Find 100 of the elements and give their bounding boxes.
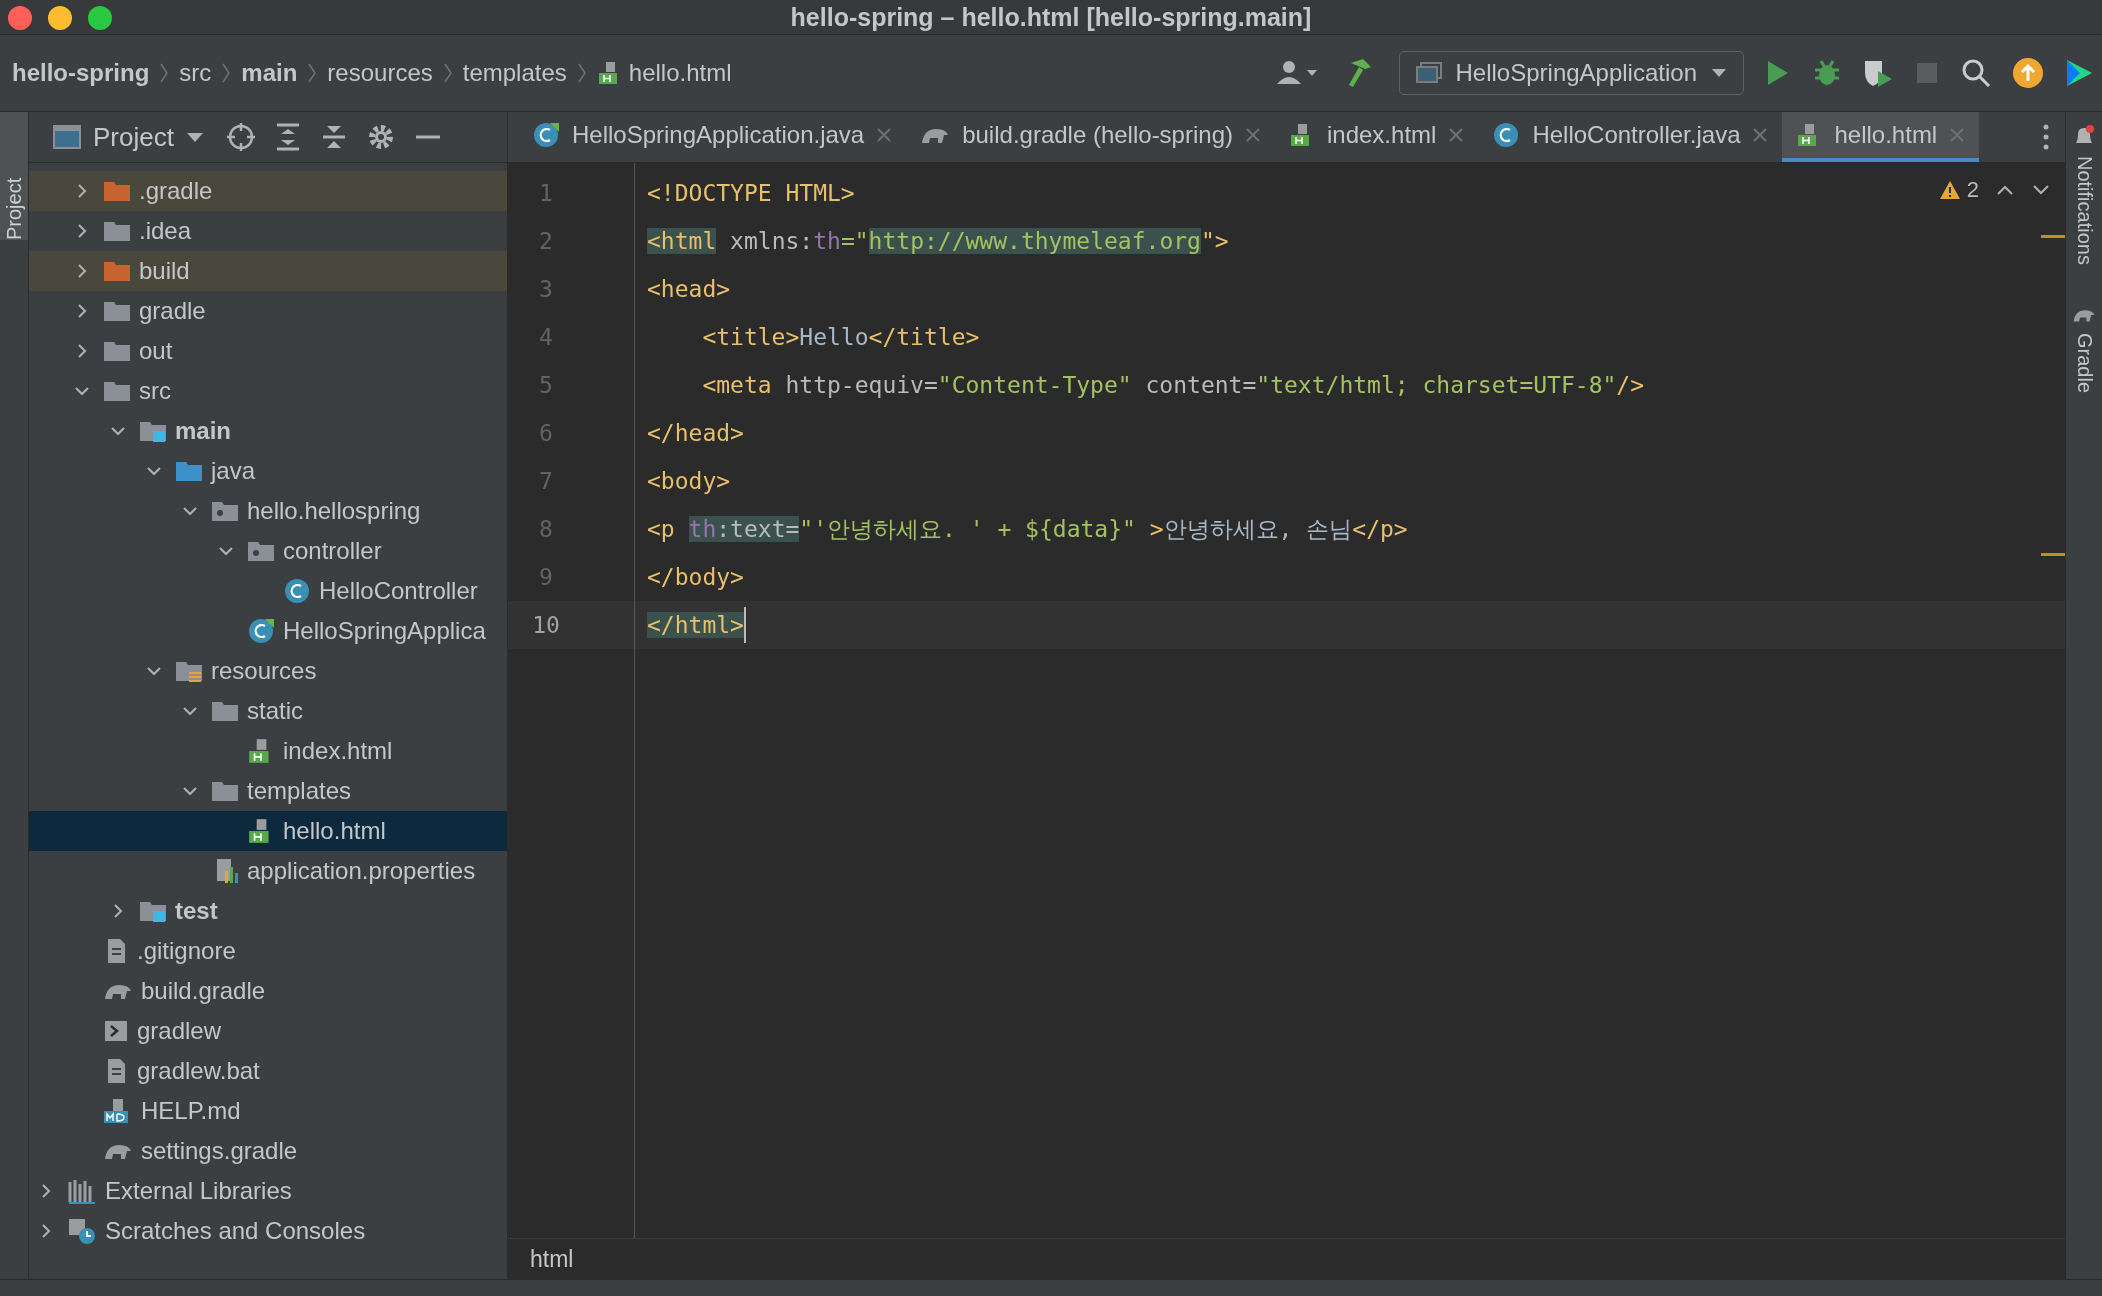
warning-marker[interactable] [2041,553,2065,556]
breadcrumb[interactable]: resources [327,59,433,87]
window-icon [53,125,81,149]
zoom-icon[interactable] [88,6,112,30]
code-line: <head> [647,276,731,302]
folder-icon [103,379,131,403]
target-icon[interactable] [225,122,256,152]
tree-item[interactable]: gradlew.bat [29,1051,507,1091]
tree-item[interactable]: resources [29,651,507,691]
library-icon [67,1178,97,1204]
tree-item[interactable]: gradle [29,291,507,331]
class-icon [532,121,560,149]
tree-item[interactable]: java [29,451,507,491]
tree-item[interactable]: settings.gradle [29,1131,507,1171]
folder-icon [103,219,131,243]
folder-icon [139,419,167,443]
code-line: </body> [647,564,744,590]
tree-item[interactable]: static [29,691,507,731]
editor-tab[interactable]: HelloSpringApplication.java [518,112,907,162]
code-line: </head> [647,420,744,446]
code-line: <!DOCTYPE HTML> [647,180,855,206]
terminal-icon [103,1018,129,1044]
breadcrumb[interactable]: html [530,1245,574,1273]
breadcrumb[interactable]: templates [462,59,567,87]
line-number: 8 [538,515,554,544]
chevron-icon [307,62,318,84]
class-icon [1492,121,1521,149]
caret-icon [185,131,204,143]
tree-item[interactable]: HelloController [29,571,507,611]
shield-run-icon[interactable] [1862,58,1894,88]
bug-icon[interactable] [1812,58,1842,88]
folder-icon [211,779,239,803]
warning-count[interactable]: 2 [1938,177,1979,203]
run-configuration-dropdown[interactable]: HelloSpringApplication [1398,51,1744,95]
tree-item[interactable]: HelloSpringApplica [29,611,507,651]
search-icon[interactable] [1960,57,1992,89]
tree-item[interactable]: build.gradle [29,971,507,1011]
project-tool-tab[interactable]: Project [0,112,28,240]
line-number: 3 [538,275,554,304]
breadcrumb[interactable]: hello-spring [12,59,150,87]
folder-icon [211,699,239,723]
tool-window-tab[interactable]: Gradle [2072,304,2096,393]
text-cursor [743,607,746,643]
tree-item[interactable]: .idea [29,211,507,251]
breadcrumb[interactable]: hello.html [596,59,732,87]
tree-item[interactable]: application.properties [29,851,507,891]
tree-item[interactable]: test [29,891,507,931]
folder-icon [211,499,239,523]
code-line: <html xmlns:th="http://www.thymeleaf.org"> [647,228,1229,254]
warning-marker[interactable] [2041,235,2065,238]
line-number: 4 [538,323,554,352]
minimize-icon[interactable] [48,6,72,30]
folder-icon [103,299,131,323]
tree-item[interactable]: out [29,331,507,371]
tree-item[interactable]: .gitignore [29,931,507,971]
update-icon[interactable] [2012,57,2044,89]
code-line: <body> [647,468,731,494]
editor-tab[interactable]: build.gradle (hello-spring) [906,112,1275,162]
tree-item[interactable]: gradlew [29,1011,507,1051]
line-number: 10 [508,601,634,649]
tree-item[interactable]: External Libraries [29,1171,507,1211]
tree-item[interactable]: .gradle [29,171,507,211]
tree-item[interactable]: controller [29,531,507,571]
tree-item[interactable]: hello.hellospring [29,491,507,531]
tree-item[interactable]: HELP.md [29,1091,507,1131]
window-title: hello-spring – hello.html [hello-spring.main] [790,2,1312,32]
caret-icon [1711,68,1727,78]
chevron-up-icon[interactable] [1995,183,2015,197]
line-number: 1 [538,179,554,208]
tree-item[interactable]: build [29,251,507,291]
breadcrumb[interactable]: src [179,59,212,87]
chevron-icon [221,62,232,84]
tool-window-tab[interactable]: Notifications [2072,124,2096,265]
tree-item[interactable]: Scratches and Consoles [29,1211,507,1251]
line-number: 7 [538,467,554,496]
tree-item[interactable]: hello.html [29,811,507,851]
code-line: <p th:text="'안녕하세요. ' + ${data}" >안녕하세요, 손님</p> [647,514,1408,544]
code-line: <title>Hello</title> [701,324,980,350]
project-view-dropdown[interactable]: Project [53,121,204,153]
tree-item[interactable]: src [29,371,507,411]
chevron-icon [159,62,170,84]
plugin-logo-icon[interactable] [2064,58,2094,88]
tree-item[interactable]: index.html [29,731,507,771]
more-icon[interactable] [2041,122,2051,152]
folder-icon [139,899,167,923]
window-icon [1415,62,1442,84]
warning-icon [1938,180,1961,200]
editor-tab[interactable]: index.html [1275,112,1479,162]
editor-tab[interactable]: hello.html [1782,112,1980,162]
folder-icon [175,659,203,683]
chevron-down-icon[interactable] [2031,183,2051,197]
editor-tab[interactable]: HelloController.java [1478,112,1783,162]
clock-file-icon [67,1217,97,1245]
folder-icon [103,179,131,203]
folder-icon [103,259,131,283]
tree-item[interactable]: main [29,411,507,451]
close-icon[interactable] [8,6,32,30]
breadcrumb[interactable]: main [241,59,298,87]
tree-item[interactable]: templates [29,771,507,811]
line-number: 6 [538,419,554,448]
